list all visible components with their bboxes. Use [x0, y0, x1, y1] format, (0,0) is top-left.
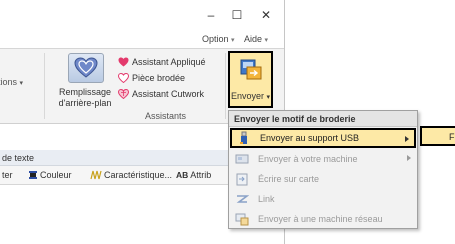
submenu-arrow-icon [405, 136, 409, 142]
applique-wizard-button[interactable]: Assistant Appliqué [118, 55, 206, 69]
machine-icon [233, 151, 251, 167]
color-button[interactable]: Couleur [28, 170, 72, 180]
menu-item-write-card[interactable]: Écrire sur carte [230, 169, 416, 189]
thread-color-icon [29, 171, 37, 179]
menu-item-label: Envoyer à une machine réseau [258, 214, 383, 224]
background-fill-label[interactable]: Remplissage d'arrière-plan [50, 87, 120, 109]
submenu-arrow-icon [407, 155, 411, 161]
card-icon [233, 171, 251, 187]
color-button-label: Couleur [40, 170, 72, 180]
attribute-button[interactable]: AB Attrib [176, 170, 211, 180]
heart-pattern-icon [118, 89, 129, 99]
embroidered-piece-button[interactable]: Pièce brodée [118, 71, 185, 85]
menu-title: Envoyer le motif de broderie [229, 111, 417, 127]
ribbon-truncated-label[interactable]: tions ▾ [0, 77, 23, 87]
close-button[interactable]: ✕ [255, 6, 277, 24]
group-separator [225, 53, 226, 119]
assistants-group-label: Assistants [145, 111, 187, 121]
menu-item-send-network[interactable]: Envoyer à une machine réseau [230, 209, 416, 229]
tab-aide-label: Aide [244, 34, 263, 44]
embroidered-piece-label: Pièce brodée [132, 73, 186, 83]
send-dropdown-menu: Envoyer le motif de broderie Envoyer au … [228, 110, 418, 229]
menu-item-label: Link [258, 194, 275, 204]
ab-text-icon: AB [176, 170, 189, 180]
send-button-label: Envoyer ▾ [230, 91, 271, 101]
menu-item-label: Envoyer au support USB [260, 133, 360, 143]
characteristic-button-label: Caractéristique... [104, 170, 173, 180]
attribute-button-label: Attrib [190, 170, 212, 180]
characteristic-button[interactable]: Caractéristique... [90, 170, 172, 180]
chevron-down-icon: ▾ [19, 80, 24, 87]
menu-item-send-usb[interactable]: Envoyer au support USB [230, 128, 416, 148]
ribbon-tab-row: Option ▾ Aide ▾ [0, 31, 284, 48]
cutwork-wizard-button[interactable]: Assistant Cutwork [118, 87, 204, 101]
heart-outline-icon [118, 73, 129, 83]
send-button[interactable]: Envoyer ▾ [228, 51, 273, 108]
ribbon-truncated-text: tions [0, 77, 18, 87]
title-bar: – ☐ ✕ [0, 0, 284, 31]
group-separator [44, 53, 45, 119]
menu-item-label: Écrire sur carte [258, 174, 320, 184]
stitch-pattern-icon [90, 170, 102, 180]
chevron-down-icon: ▾ [231, 37, 235, 44]
menu-item-label: Envoyer à votre machine [258, 154, 358, 164]
heart-icon [118, 57, 129, 67]
tab-option-label: Option [202, 34, 229, 44]
background-fill-icon[interactable] [68, 53, 104, 83]
tab-aide[interactable]: Aide ▾ [244, 34, 268, 44]
link-icon [233, 191, 251, 207]
send-icon [239, 58, 263, 82]
maximize-button[interactable]: ☐ [226, 6, 248, 24]
applique-wizard-label: Assistant Appliqué [132, 57, 206, 67]
usb-drive-submenu-item[interactable]: F: [420, 126, 455, 146]
toolbar-truncated-item[interactable]: ter [2, 170, 13, 180]
chevron-down-icon: ▾ [266, 94, 271, 101]
chevron-down-icon: ▾ [264, 37, 269, 44]
tab-option[interactable]: Option ▾ [202, 34, 235, 44]
minimize-button[interactable]: – [200, 6, 222, 24]
usb-icon [235, 130, 253, 146]
cutwork-wizard-label: Assistant Cutwork [132, 89, 205, 99]
menu-item-send-machine[interactable]: Envoyer à votre machine [230, 149, 416, 169]
menu-item-link[interactable]: Link [230, 189, 416, 209]
network-icon [233, 211, 251, 227]
